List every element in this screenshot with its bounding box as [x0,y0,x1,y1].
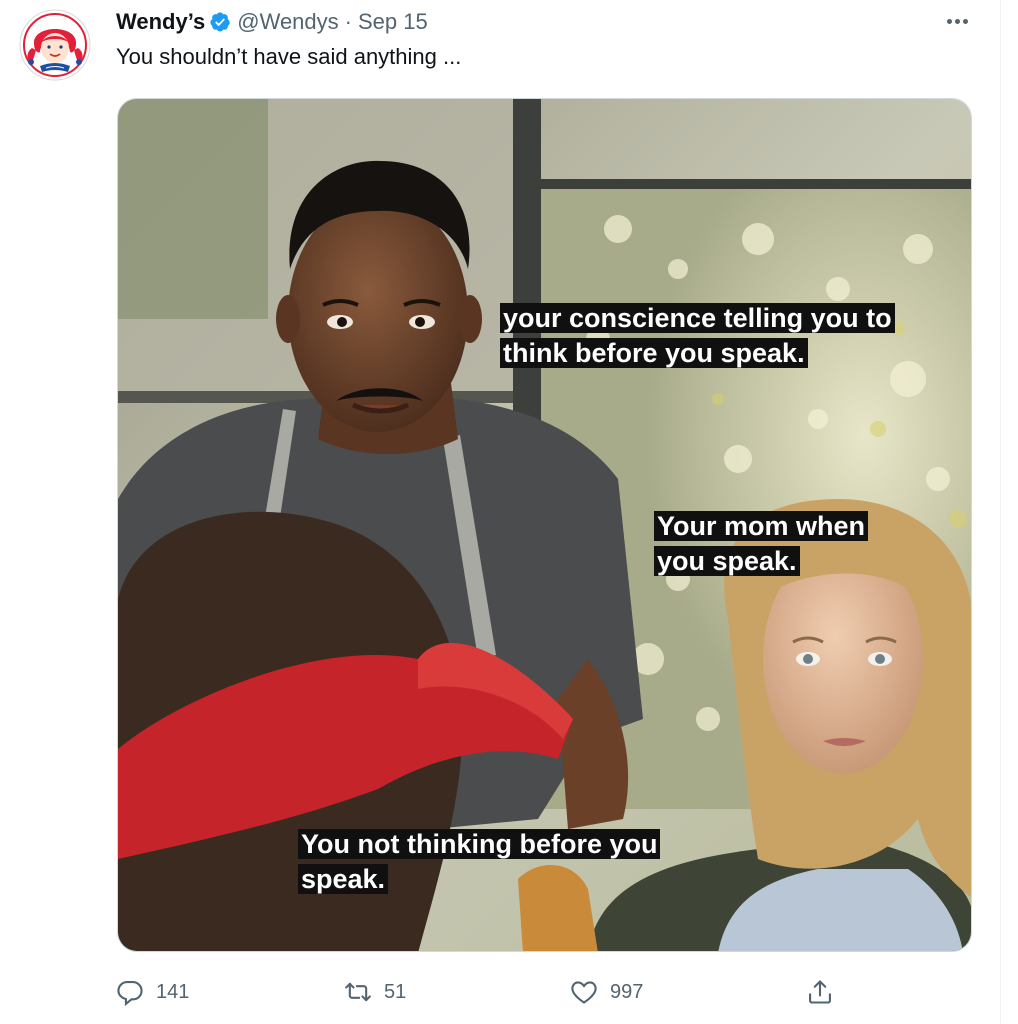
avatar[interactable] [18,8,92,82]
heart-icon [571,981,597,1004]
header-separator: · [344,9,352,34]
tweet-header: Wendy’s @Wendys · Sep 15 [116,7,428,37]
tweet-date[interactable]: Sep 15 [358,9,428,35]
caption-you: You not thinking before you speak. [298,827,678,897]
share-button[interactable] [806,972,834,1012]
reply-button[interactable]: 141 [116,972,189,1012]
author-handle[interactable]: @Wendys [237,9,338,35]
caption-conscience: your conscience telling you to think bef… [500,301,920,371]
reply-count: 141 [156,980,190,1003]
verified-badge-icon [210,12,231,32]
caption-mom: Your mom when you speak. [654,509,914,579]
reply-icon [117,981,143,1006]
like-count: 997 [610,980,644,1003]
timeline-border [1000,0,1001,1024]
more-options-icon[interactable] [942,8,972,34]
tweet-media[interactable]: your conscience telling you to think bef… [117,98,972,952]
author-name[interactable]: Wendy’s [116,9,205,35]
tweet-actions: 141 51 997 [116,972,846,1012]
tweet-text: You shouldn’t have said anything ... [116,44,462,69]
retweet-button[interactable]: 51 [344,972,406,1012]
retweet-count: 51 [384,980,407,1003]
retweet-icon [345,982,371,1002]
like-button[interactable]: 997 [570,972,643,1012]
wendys-logo-icon [19,9,91,81]
share-icon [809,980,831,1004]
